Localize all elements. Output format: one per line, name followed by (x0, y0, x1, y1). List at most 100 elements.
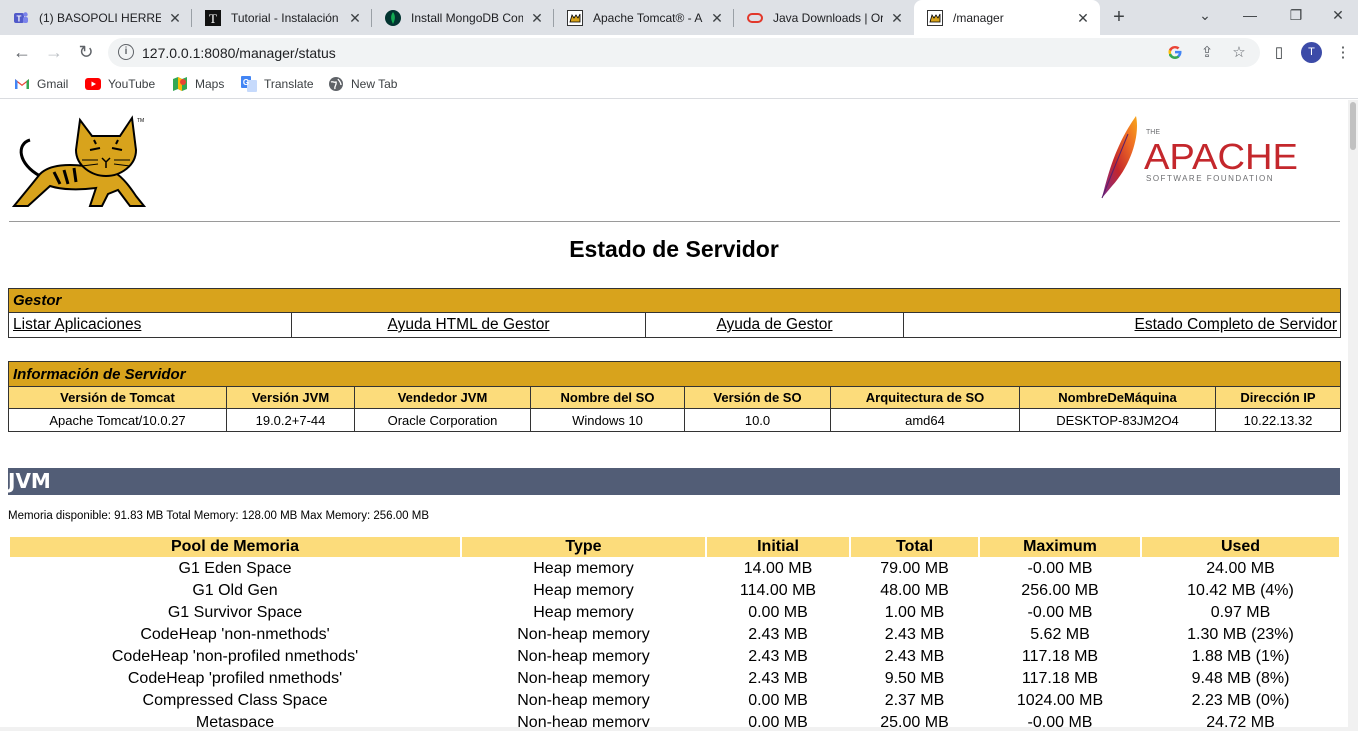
table-row: CodeHeap 'non-nmethods' Non-heap memory 2.… (10, 625, 1339, 645)
tomcat-version-value: Apache Tomcat/10.0.27 (8, 408, 227, 432)
bookmark-label: Translate (264, 77, 314, 91)
apache-the-text: THE (1146, 129, 1160, 136)
table-row: G1 Eden Space Heap memory 14.00 MB 79.00 MB… (10, 559, 1339, 579)
col-header: Versión de SO (684, 386, 831, 409)
pool-maximum: 117.18 MB (1021, 670, 1099, 687)
pool-col-header: Initial (707, 537, 849, 557)
bookmarks-bar: Gmail YouTube Maps G Translate New Tab (0, 69, 1358, 99)
pool-total: 1.00 MB (884, 604, 945, 621)
bookmark-label: New Tab (351, 77, 398, 91)
close-icon[interactable]: ✕ (167, 10, 183, 26)
gestor-table: Gestor Listar Aplicaciones Ayuda HTML de… (8, 288, 1341, 338)
profile-avatar[interactable]: T (1301, 42, 1322, 63)
browser-toolbar: ← → ↻ i 127.0.0.1:8080/manager/status ⇪ … (0, 35, 1358, 69)
pool-col-header: Pool de Memoria (10, 537, 460, 557)
pool-col-header: Total (851, 537, 978, 557)
horizontal-scrollbar[interactable] (0, 727, 1348, 731)
back-arrow-icon[interactable]: ← (8, 38, 36, 66)
svg-text:T: T (209, 11, 217, 26)
tab-6-active[interactable]: /manager ✕ (914, 0, 1100, 35)
reload-icon[interactable]: ↻ (72, 38, 100, 66)
link-ayuda-gestor[interactable]: Ayuda de Gestor (716, 316, 832, 333)
side-panel-icon[interactable]: ▯ (1270, 43, 1288, 61)
link-listar-aplicaciones[interactable]: Listar Aplicaciones (13, 316, 141, 333)
pool-name: CodeHeap 'profiled nmethods' (127, 670, 343, 687)
tab-2[interactable]: T Tutorial - Instalación d ✕ (192, 0, 372, 35)
bookmark-star-icon[interactable]: ☆ (1230, 43, 1248, 61)
google-icon[interactable] (1166, 43, 1184, 61)
bookmark-maps[interactable]: Maps (172, 75, 224, 93)
t-icon: T (205, 9, 221, 26)
table-row: G1 Old Gen Heap memory 114.00 MB 48.00 MB 25… (10, 581, 1339, 601)
window-close-icon[interactable]: ✕ (1315, 0, 1358, 30)
pool-col-header: Maximum (980, 537, 1140, 557)
bookmark-label: Gmail (37, 77, 69, 91)
tab-search-chevron-icon[interactable]: ⌄ (1182, 0, 1228, 30)
close-icon[interactable]: ✕ (529, 10, 545, 26)
pool-maximum: -0.00 MB (1027, 604, 1093, 621)
pool-total: 2.43 MB (884, 648, 945, 665)
minimize-icon[interactable]: — (1227, 0, 1273, 30)
apache-wordmark: APACHE (1144, 136, 1298, 177)
tab-title: Apache Tomcat® - Ap (593, 10, 703, 25)
col-header: Dirección IP (1215, 386, 1341, 409)
tab-title: (1) BASOPOLI HERRER (39, 10, 161, 25)
forward-arrow-icon[interactable]: → (40, 38, 68, 66)
site-info-icon[interactable]: i (118, 44, 134, 60)
tab-4[interactable]: Apache Tomcat® - Ap ✕ (554, 0, 734, 35)
pool-type: Heap memory (533, 582, 634, 599)
tomcat-logo[interactable]: TM (10, 114, 150, 210)
pool-col-header: Type (462, 537, 705, 557)
pool-type: Non-heap memory (517, 626, 650, 643)
apache-logo[interactable]: THE APACHE SOFTWARE FOUNDATION (1098, 114, 1308, 200)
link-ayuda-html-gestor[interactable]: Ayuda HTML de Gestor (388, 316, 550, 333)
tab-title: /manager (953, 10, 1004, 25)
col-header: Arquitectura de SO (830, 386, 1020, 409)
new-tab-button[interactable]: + (1108, 6, 1130, 28)
maps-icon (172, 76, 188, 92)
svg-text:G: G (243, 78, 249, 87)
pool-used: 1.30 MB (23%) (1187, 626, 1294, 643)
menu-kebab-icon[interactable]: ⋮ (1334, 43, 1352, 61)
share-icon[interactable]: ⇪ (1198, 43, 1216, 61)
pool-type: Non-heap memory (517, 670, 650, 687)
tab-3[interactable]: Install MongoDB Com ✕ (372, 0, 554, 35)
tab-title: Java Downloads | Orac (773, 10, 883, 25)
pool-type: Non-heap memory (517, 692, 650, 709)
vertical-scrollbar[interactable] (1348, 100, 1358, 731)
link-estado-completo[interactable]: Estado Completo de Servidor (1135, 316, 1337, 333)
pool-name: CodeHeap 'non-profiled nmethods' (111, 648, 359, 665)
tab-1[interactable]: T (1) BASOPOLI HERRER ✕ (0, 0, 192, 35)
youtube-icon (85, 76, 101, 92)
apache-subtitle: SOFTWARE FOUNDATION (1146, 174, 1274, 183)
tab-5[interactable]: Java Downloads | Orac ✕ (734, 0, 914, 35)
close-icon[interactable]: ✕ (1075, 10, 1091, 26)
close-icon[interactable]: ✕ (347, 10, 363, 26)
pool-used: 24.00 MB (1206, 560, 1275, 577)
bookmark-translate[interactable]: G Translate (241, 75, 314, 93)
table-row: CodeHeap 'profiled nmethods' Non-heap mem… (10, 669, 1339, 689)
bookmark-gmail[interactable]: Gmail (14, 75, 68, 93)
restore-icon[interactable]: ❐ (1273, 0, 1319, 30)
pool-used: 1.88 MB (1%) (1191, 648, 1290, 665)
close-icon[interactable]: ✕ (889, 10, 905, 26)
url-text[interactable]: 127.0.0.1:8080/manager/status (142, 45, 336, 61)
pool-type: Heap memory (533, 604, 634, 621)
pool-used: 10.42 MB (4%) (1187, 582, 1294, 599)
jvm-version-value: 19.0.2+7-44 (226, 408, 355, 432)
pool-total: 2.43 MB (884, 626, 945, 643)
pool-total: 9.50 MB (884, 670, 945, 687)
translate-icon: G (241, 76, 257, 92)
pool-name: Compressed Class Space (142, 692, 328, 709)
address-bar[interactable]: i 127.0.0.1:8080/manager/status ⇪ ☆ (108, 38, 1260, 67)
table-row: Compressed Class Space Non-heap memory 0.0… (10, 691, 1339, 711)
mongodb-leaf-icon (385, 9, 401, 26)
pool-initial: 0.00 MB (748, 692, 808, 709)
ip-address-value: 10.22.13.32 (1215, 408, 1341, 432)
scrollbar-thumb[interactable] (1350, 102, 1356, 150)
pool-maximum: 117.18 MB (1021, 648, 1099, 665)
bookmark-new-tab[interactable]: New Tab (328, 75, 397, 93)
close-icon[interactable]: ✕ (709, 10, 725, 26)
bookmark-youtube[interactable]: YouTube (85, 75, 155, 93)
table-row: G1 Survivor Space Heap memory 0.00 MB 1.00 … (10, 603, 1339, 623)
